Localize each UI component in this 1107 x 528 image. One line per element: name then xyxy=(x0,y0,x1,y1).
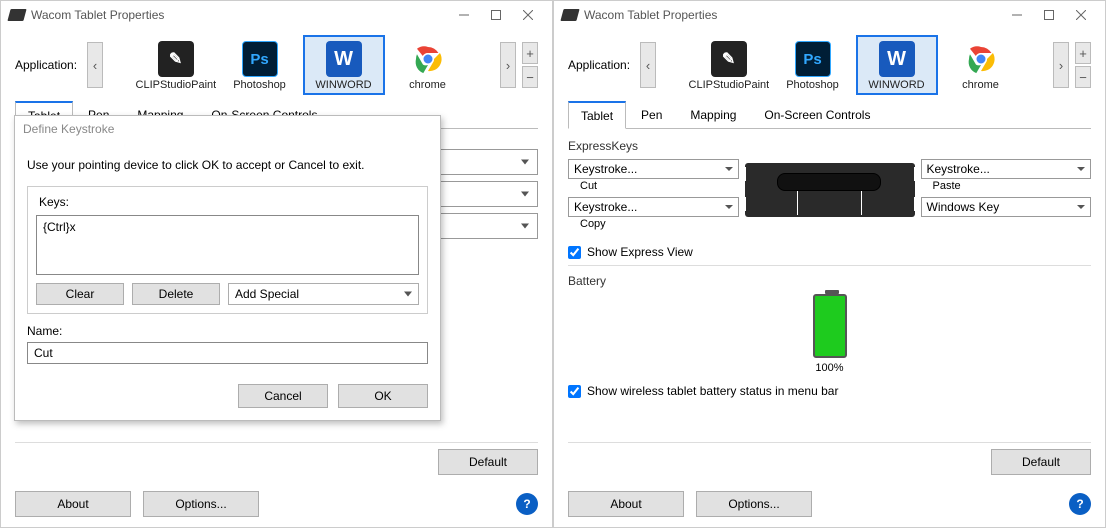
key1-name: Cut xyxy=(568,180,739,192)
minimize-button[interactable] xyxy=(1001,3,1033,27)
name-input[interactable] xyxy=(27,342,428,364)
application-row: Application: ‹ ✎CLIPStudioPaint PsPhotos… xyxy=(554,29,1105,101)
app-remove-button[interactable]: − xyxy=(1075,66,1091,88)
titlebar: Wacom Tablet Properties xyxy=(554,1,1105,29)
close-button[interactable] xyxy=(512,3,544,27)
clear-button[interactable]: Clear xyxy=(36,283,124,305)
key3-name: Paste xyxy=(921,180,1092,192)
show-express-view-checkbox[interactable]: Show Express View xyxy=(568,245,1091,259)
name-label: Name: xyxy=(27,324,428,338)
word-icon: W xyxy=(326,41,362,77)
battery-icon xyxy=(813,294,847,358)
key3-mode-dropdown[interactable]: Keystroke... xyxy=(921,159,1092,179)
titlebar: Wacom Tablet Properties xyxy=(1,1,552,29)
app-scroll-right[interactable]: › xyxy=(1053,42,1069,88)
tab-mapping[interactable]: Mapping xyxy=(677,101,749,128)
app-chrome[interactable]: chrome xyxy=(940,35,1022,95)
help-button[interactable]: ? xyxy=(1069,493,1091,515)
app-add-button[interactable]: + xyxy=(522,42,538,64)
add-special-dropdown[interactable]: Add Special xyxy=(228,283,419,305)
app-scroll-left[interactable]: ‹ xyxy=(87,42,103,88)
footer: About Options... ? xyxy=(1,481,552,527)
device-graphic xyxy=(745,163,915,217)
about-button[interactable]: About xyxy=(568,491,684,517)
delete-button[interactable]: Delete xyxy=(132,283,220,305)
key1-mode-dropdown[interactable]: Keystroke... xyxy=(568,159,739,179)
show-battery-checkbox[interactable]: Show wireless tablet battery status in m… xyxy=(568,384,1091,398)
expresskeys-label: ExpressKeys xyxy=(568,139,1091,153)
application-label: Application: xyxy=(568,58,630,72)
window-left: Wacom Tablet Properties Application: ‹ ✎… xyxy=(0,0,553,528)
default-button[interactable]: Default xyxy=(438,449,538,475)
help-button[interactable]: ? xyxy=(516,493,538,515)
default-button[interactable]: Default xyxy=(991,449,1091,475)
window-title: Wacom Tablet Properties xyxy=(584,8,1001,22)
word-icon: W xyxy=(879,41,915,77)
wacom-icon xyxy=(560,9,579,21)
app-winword[interactable]: WWINWORD xyxy=(303,35,385,95)
about-button[interactable]: About xyxy=(15,491,131,517)
app-scroll-right[interactable]: › xyxy=(500,42,516,88)
photoshop-icon: Ps xyxy=(795,41,831,77)
app-photoshop[interactable]: PsPhotoshop xyxy=(772,35,854,95)
tab-onscreen-controls[interactable]: On-Screen Controls xyxy=(751,101,883,128)
keys-label: Keys: xyxy=(36,195,72,209)
wacom-icon xyxy=(7,9,26,21)
app-photoshop[interactable]: PsPhotoshop xyxy=(219,35,301,95)
window-title: Wacom Tablet Properties xyxy=(31,8,448,22)
app-winword[interactable]: WWINWORD xyxy=(856,35,938,95)
expresskeys-grid: Keystroke... Cut Keystroke... Copy Keyst… xyxy=(568,159,1091,235)
app-add-button[interactable]: + xyxy=(1075,42,1091,64)
tab-content: ExpressKeys Keystroke... Cut Keystroke..… xyxy=(568,129,1091,442)
app-clipstudiopaint[interactable]: ✎CLIPStudioPaint xyxy=(135,35,217,95)
keys-input[interactable]: {Ctrl}x xyxy=(36,215,419,275)
key4-mode-dropdown[interactable]: Windows Key xyxy=(921,197,1092,217)
options-button[interactable]: Options... xyxy=(143,491,259,517)
chrome-icon xyxy=(963,41,999,77)
dialog-title: Define Keystroke xyxy=(15,116,440,142)
clipstudio-icon: ✎ xyxy=(711,41,747,77)
battery-percent: 100% xyxy=(815,362,843,374)
key2-mode-dropdown[interactable]: Keystroke... xyxy=(568,197,739,217)
tab-tablet[interactable]: Tablet xyxy=(568,101,626,129)
window-right: Wacom Tablet Properties Application: ‹ ✎… xyxy=(553,0,1106,528)
app-scroll-left[interactable]: ‹ xyxy=(640,42,656,88)
app-chrome[interactable]: chrome xyxy=(387,35,469,95)
dialog-message: Use your pointing device to click OK to … xyxy=(27,158,428,172)
battery-section: Battery 100% Show wireless tablet batter… xyxy=(568,265,1091,398)
footer: About Options... ? xyxy=(554,481,1105,527)
options-button[interactable]: Options... xyxy=(696,491,812,517)
app-list: ✎CLIPStudioPaint PsPhotoshop WWINWORD ch… xyxy=(662,35,1047,95)
cancel-button[interactable]: Cancel xyxy=(238,384,328,408)
application-label: Application: xyxy=(15,58,77,72)
maximize-button[interactable] xyxy=(480,3,512,27)
close-button[interactable] xyxy=(1065,3,1097,27)
tabs: Tablet Pen Mapping On-Screen Controls xyxy=(568,101,1091,129)
application-row: Application: ‹ ✎CLIPStudioPaint PsPhotos… xyxy=(1,29,552,101)
define-keystroke-dialog: Define Keystroke Use your pointing devic… xyxy=(14,115,441,421)
maximize-button[interactable] xyxy=(1033,3,1065,27)
app-list: ✎CLIPStudioPaint PsPhotoshop WWINWORD ch… xyxy=(109,35,494,95)
app-clipstudiopaint[interactable]: ✎CLIPStudioPaint xyxy=(688,35,770,95)
chrome-icon xyxy=(410,41,446,77)
app-remove-button[interactable]: − xyxy=(522,66,538,88)
tab-pen[interactable]: Pen xyxy=(628,101,675,128)
ok-button[interactable]: OK xyxy=(338,384,428,408)
battery-label: Battery xyxy=(568,274,1091,288)
minimize-button[interactable] xyxy=(448,3,480,27)
key2-name: Copy xyxy=(568,218,739,230)
photoshop-icon: Ps xyxy=(242,41,278,77)
clipstudio-icon: ✎ xyxy=(158,41,194,77)
